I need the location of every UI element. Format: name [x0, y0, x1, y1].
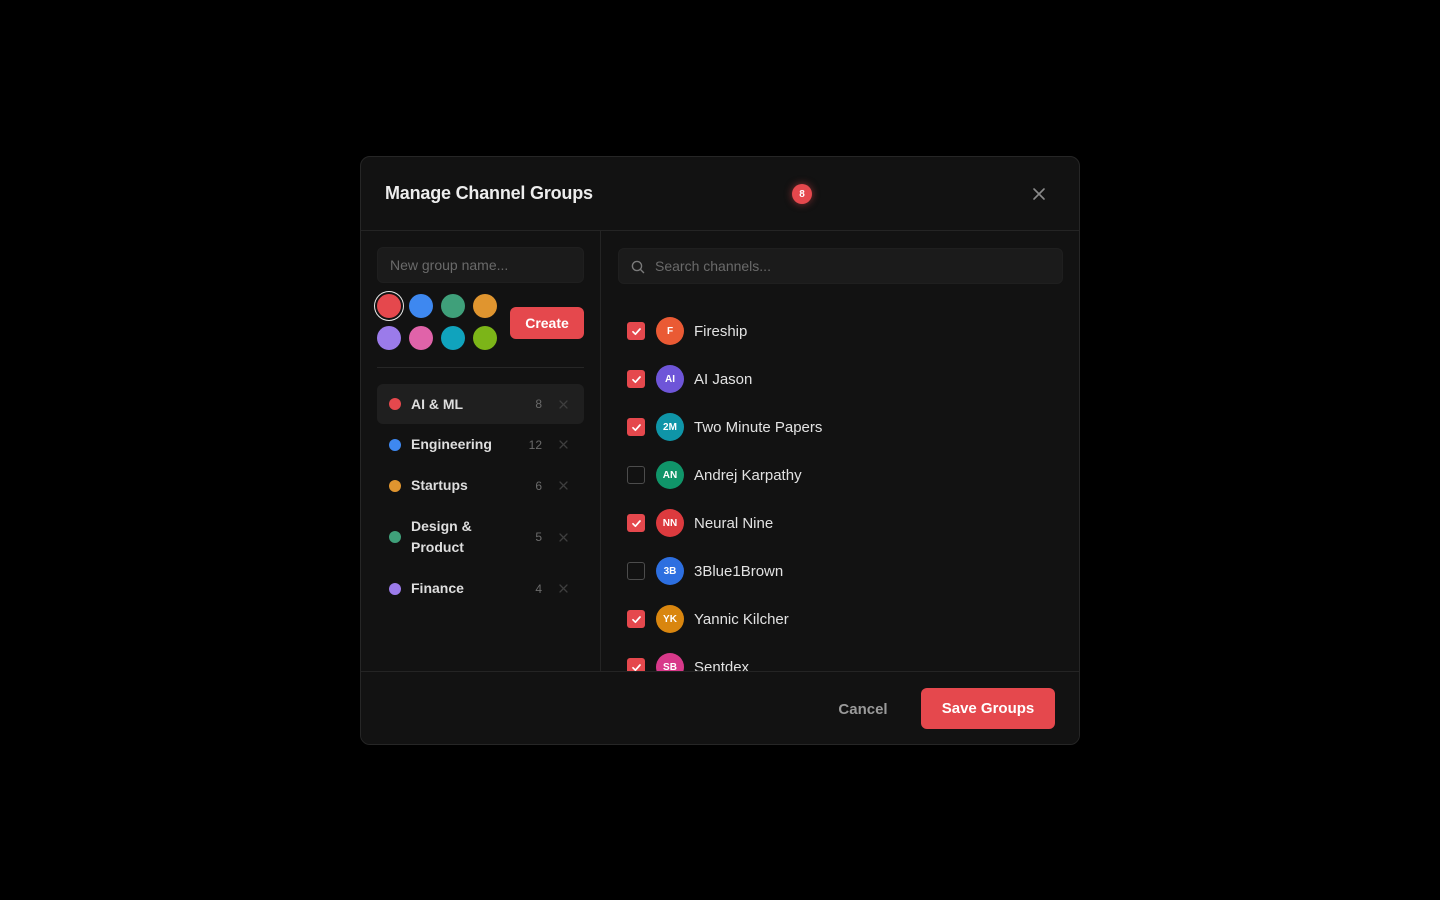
channel-row[interactable]: F Fireship: [618, 307, 1063, 355]
cancel-button[interactable]: Cancel: [823, 689, 903, 729]
check-icon: [631, 327, 641, 335]
close-icon: [1033, 188, 1045, 200]
channel-name: Yannic Kilcher: [694, 610, 789, 628]
channel-avatar: NN: [656, 509, 684, 537]
channel-checkbox[interactable]: [627, 418, 645, 436]
channel-avatar: 3B: [656, 557, 684, 585]
check-icon: [631, 423, 641, 431]
group-name: Engineering: [411, 436, 492, 452]
color-swatch[interactable]: [441, 294, 465, 318]
group-item[interactable]: Finance 4: [377, 568, 584, 609]
color-swatch[interactable]: [473, 294, 497, 318]
group-name: AI & ML: [411, 395, 464, 412]
channel-checkbox[interactable]: [627, 322, 645, 340]
dialog-title: Manage Channel Groups: [385, 183, 593, 203]
channel-row[interactable]: AI AI Jason: [618, 355, 1063, 403]
group-color-dot: [389, 531, 401, 543]
channel-checkbox[interactable]: [627, 658, 645, 671]
group-item[interactable]: Startups 6: [377, 465, 584, 506]
remove-group-icon[interactable]: [558, 399, 568, 409]
group-count: 8: [535, 397, 542, 411]
group-item[interactable]: Engineering 12: [377, 424, 584, 465]
channel-name: Andrej Karpathy: [694, 466, 802, 484]
color-swatch[interactable]: [473, 326, 497, 350]
group-count: 5: [535, 530, 542, 544]
search-box: [618, 248, 1063, 284]
group-name: Design & Product: [411, 518, 472, 555]
color-swatch[interactable]: [377, 326, 401, 350]
close-button[interactable]: [1027, 182, 1051, 206]
dialog-footer: Cancel Save Groups: [361, 671, 1079, 744]
channel-row[interactable]: 3B 3Blue1Brown: [618, 547, 1063, 595]
channel-avatar: AI: [656, 365, 684, 393]
group-item[interactable]: Design & Product 5: [377, 506, 584, 568]
color-swatch[interactable]: [441, 326, 465, 350]
channel-name: Neural Nine: [694, 514, 774, 532]
channel-name: AI Jason: [694, 370, 753, 388]
group-list: AI & ML 8 Engineering 12 Startups 6 Design & P…: [377, 384, 584, 609]
channel-name: Sentdex: [694, 658, 750, 672]
group-name: Finance: [411, 580, 464, 596]
remove-group-icon[interactable]: [558, 440, 568, 450]
remove-group-icon[interactable]: [558, 532, 568, 542]
divider: [377, 367, 584, 368]
color-picker: [377, 294, 501, 352]
dialog-header: Manage Channel Groups 8: [361, 157, 1079, 231]
selected-count-badge: 8: [792, 184, 812, 204]
channel-row[interactable]: AN Andrej Karpathy: [618, 451, 1063, 499]
search-icon: [631, 260, 645, 274]
check-icon: [631, 519, 641, 527]
create-group-button[interactable]: Create: [510, 307, 584, 339]
channel-checkbox[interactable]: [627, 466, 645, 484]
channel-row[interactable]: SB Sentdex: [618, 643, 1063, 671]
channel-checkbox[interactable]: [627, 514, 645, 532]
channel-row[interactable]: YK Yannic Kilcher: [618, 595, 1063, 643]
group-name: Startups: [411, 477, 468, 493]
check-icon: [631, 375, 641, 383]
group-count: 6: [535, 478, 542, 493]
color-swatch[interactable]: [409, 294, 433, 318]
check-icon: [631, 615, 641, 623]
channel-avatar: F: [656, 317, 684, 345]
group-color-dot: [389, 479, 401, 492]
channel-name: 3Blue1Brown: [694, 562, 784, 580]
search-channels-input[interactable]: [655, 249, 1055, 283]
channel-list: F Fireship AI AI Jason 2M Two Minute Papers AN…: [618, 307, 1063, 671]
remove-group-icon[interactable]: [558, 481, 568, 491]
check-icon: [631, 663, 641, 671]
channel-name: Two Minute Papers: [694, 418, 823, 436]
channel-name: Fireship: [694, 322, 748, 340]
channel-checkbox[interactable]: [627, 370, 645, 388]
group-count: 12: [528, 437, 542, 452]
color-swatch[interactable]: [409, 326, 433, 350]
channel-row[interactable]: 2M Two Minute Papers: [618, 403, 1063, 451]
remove-group-icon[interactable]: [558, 584, 568, 594]
channel-avatar: SB: [656, 653, 684, 671]
channels-pane: F Fireship AI AI Jason 2M Two Minute Papers AN…: [601, 231, 1079, 671]
channel-avatar: AN: [656, 461, 684, 489]
color-swatch[interactable]: [377, 294, 401, 318]
manage-channel-groups-dialog: Manage Channel Groups 8 Create AI & ML 8 E…: [360, 156, 1080, 745]
group-item[interactable]: AI & ML 8: [377, 384, 584, 424]
channel-row[interactable]: NN Neural Nine: [618, 499, 1063, 547]
group-color-dot: [389, 438, 401, 451]
channel-checkbox[interactable]: [627, 610, 645, 628]
group-color-dot: [389, 582, 401, 595]
group-count: 4: [535, 581, 542, 596]
group-color-dot: [389, 398, 401, 410]
new-group-name-input[interactable]: [377, 247, 584, 283]
channel-avatar: YK: [656, 605, 684, 633]
groups-pane: Create AI & ML 8 Engineering 12 Startups 6 Des…: [361, 231, 601, 671]
channel-checkbox[interactable]: [627, 562, 645, 580]
channel-avatar: 2M: [656, 413, 684, 441]
save-groups-button[interactable]: Save Groups: [921, 688, 1055, 729]
